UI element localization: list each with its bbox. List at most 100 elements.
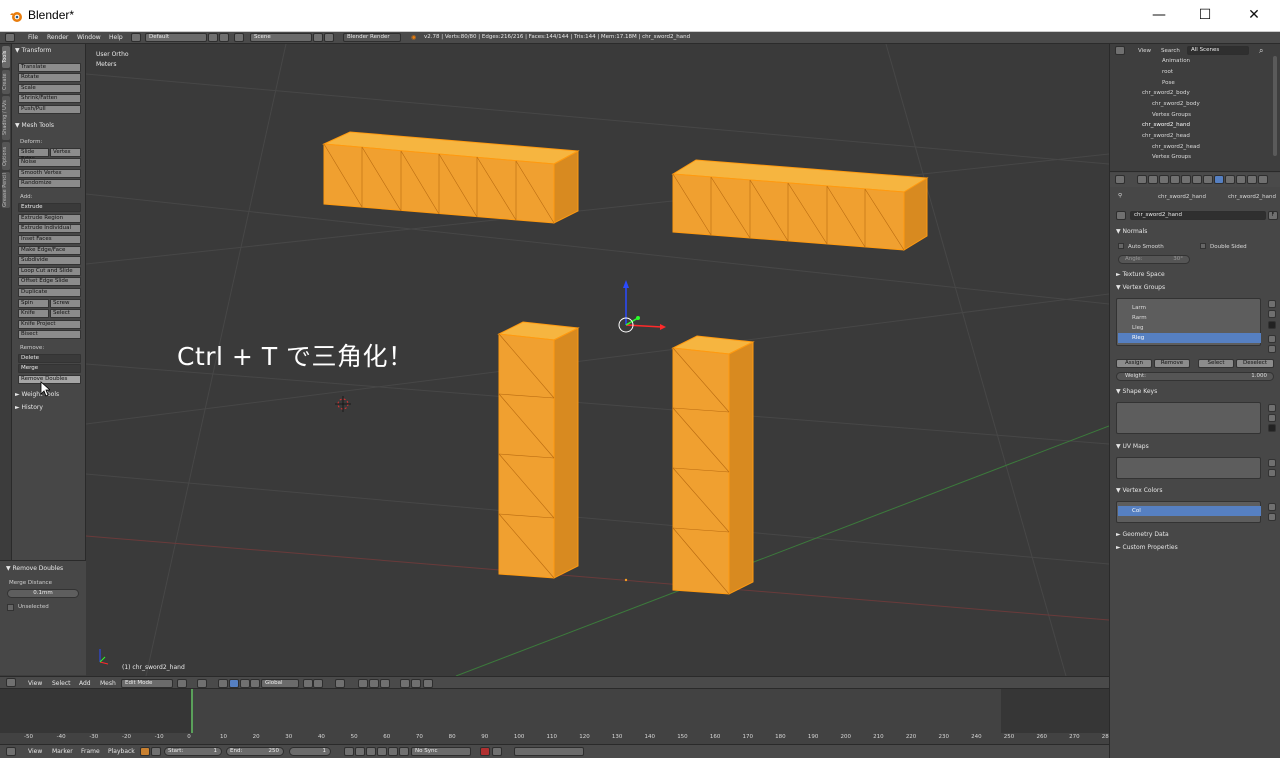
vgroup-up-icon[interactable] [1268, 335, 1276, 343]
tab-create[interactable]: Create [2, 70, 10, 94]
weight-field[interactable]: Weight: 1.000 [1116, 372, 1274, 381]
custom-properties-header[interactable]: ► Custom Properties [1116, 544, 1178, 551]
tab-tools[interactable]: Tools [2, 46, 10, 68]
outliner-editor-icon[interactable] [1115, 46, 1125, 55]
push-pull-button[interactable]: Push/Pull [18, 105, 81, 114]
manipulator-toggle-icon[interactable] [218, 679, 228, 688]
vgroup-down-icon[interactable] [1268, 345, 1276, 353]
vertex-slide-button[interactable]: Vertex [50, 148, 81, 157]
duplicate-button[interactable]: Duplicate [18, 288, 81, 297]
snap-icon[interactable] [369, 679, 379, 688]
record-icon[interactable] [480, 747, 490, 756]
outliner[interactable]: View Search All Scenes ⌕ Animation root … [1110, 44, 1280, 172]
uv-maps-header[interactable]: ▼ UV Maps [1116, 443, 1149, 450]
3d-cursor-icon[interactable] [335, 396, 351, 412]
add-scene-icon[interactable] [313, 33, 323, 42]
select-button[interactable]: Select [1198, 359, 1234, 368]
view3d-editor-icon[interactable] [6, 678, 16, 687]
knife-select-button[interactable]: Select [50, 309, 81, 318]
shrink-fatten-button[interactable]: Shrink/Fatten [18, 94, 81, 103]
mode-select[interactable]: Edit Mode [121, 679, 173, 688]
jump-keyframe-fwd-icon[interactable] [388, 747, 398, 756]
start-frame-field[interactable]: Start: 1 [164, 747, 222, 756]
outliner-item-body-vgroups[interactable]: Vertex Groups [1152, 112, 1191, 118]
uv-maps-list[interactable] [1116, 457, 1261, 479]
layers-tab-icon[interactable] [1148, 175, 1158, 184]
layer-icon[interactable] [303, 679, 313, 688]
vertex-colors-list[interactable]: Col [1116, 501, 1261, 523]
constraints-tab-icon[interactable] [1192, 175, 1202, 184]
rotate-manip-icon[interactable] [240, 679, 250, 688]
vertex-groups-header[interactable]: ▼ Vertex Groups [1116, 284, 1165, 291]
scale-button[interactable]: Scale [18, 84, 81, 93]
outliner-item-hand-object[interactable]: chr_sword2_hand [1142, 122, 1190, 128]
translate-button[interactable]: Translate [18, 63, 81, 72]
tab-shading-uvs[interactable]: Shading / UVs [2, 96, 10, 140]
loop-cut-button[interactable]: Loop Cut and Slide [18, 267, 81, 276]
menu-help[interactable]: Help [109, 34, 123, 41]
scale-manip-icon[interactable] [250, 679, 260, 688]
menu-render[interactable]: Render [47, 34, 68, 41]
current-frame-field[interactable]: 1 [289, 747, 331, 756]
object-tab-icon[interactable] [1181, 175, 1191, 184]
vcolor-col[interactable]: Col [1118, 506, 1261, 516]
outliner-item-head-object[interactable]: chr_sword2_head [1142, 133, 1190, 139]
menu-add[interactable]: Add [79, 680, 91, 687]
rotate-button[interactable]: Rotate [18, 73, 81, 82]
timeline[interactable]: -50 -40 -30 -20 -10 0 10 20 30 40 50 60 70 80 90 100 110… [0, 689, 1112, 744]
opengl-render-icon[interactable] [411, 679, 421, 688]
subdivide-button[interactable]: Subdivide [18, 256, 81, 265]
menu-file[interactable]: File [28, 34, 38, 41]
double-sided-checkbox[interactable] [1200, 243, 1206, 249]
lock-range-icon[interactable] [151, 747, 161, 756]
outliner-item-head-mesh[interactable]: chr_sword2_head [1152, 144, 1200, 150]
auto-smooth-checkbox[interactable] [1118, 243, 1124, 249]
search-icon[interactable]: ⌕ [1259, 46, 1263, 56]
scene-icon[interactable] [234, 33, 244, 42]
orientation-select[interactable]: Global [261, 679, 299, 688]
jump-end-icon[interactable] [399, 747, 409, 756]
sync-select[interactable]: No Sync [411, 747, 471, 756]
maximize-button[interactable]: ☐ [1182, 0, 1228, 32]
uv-add-icon[interactable] [1268, 459, 1276, 467]
outliner-item-animation[interactable]: Animation [1162, 58, 1190, 64]
preview-range-icon[interactable] [140, 747, 150, 756]
spin-button[interactable]: Spin [18, 299, 49, 308]
noise-button[interactable]: Noise [18, 158, 81, 167]
opengl-anim-icon[interactable] [423, 679, 433, 688]
vgroup-rarm[interactable]: Rarm [1118, 313, 1261, 323]
smooth-vertex-button[interactable]: Smooth Vertex [18, 169, 81, 178]
mesh-name-field[interactable]: chr_sword2_hand [1130, 211, 1266, 220]
remove-button[interactable]: Remove [1154, 359, 1190, 368]
weight-tools-header[interactable]: ► Weight Tools [15, 391, 59, 398]
texture-tab-icon[interactable] [1236, 175, 1246, 184]
unselected-checkbox[interactable] [7, 604, 14, 611]
render-tab-icon[interactable] [1137, 175, 1147, 184]
world-tab-icon[interactable] [1170, 175, 1180, 184]
vertex-select-icon[interactable] [313, 679, 323, 688]
make-edge-face-button[interactable]: Make Edge/Face [18, 246, 81, 255]
mesh-browse-icon[interactable] [1116, 211, 1126, 220]
add-screen-icon[interactable] [208, 33, 218, 42]
merge-menu[interactable]: Merge [18, 364, 81, 373]
outliner-filter-select[interactable]: All Scenes [1187, 46, 1249, 55]
remove-doubles-header[interactable]: ▼ Remove Doubles [6, 565, 63, 572]
shapekey-add-icon[interactable] [1268, 404, 1276, 412]
scene-tab-icon[interactable] [1159, 175, 1169, 184]
keying-set-field[interactable] [514, 747, 584, 756]
outliner-item-head-vgroups[interactable]: Vertex Groups [1152, 154, 1191, 160]
fake-user-button[interactable]: F [1268, 211, 1278, 220]
bisect-button[interactable]: Bisect [18, 330, 81, 339]
play-icon[interactable] [377, 747, 387, 756]
inset-faces-button[interactable]: Inset Faces [18, 235, 81, 244]
remove-screen-icon[interactable] [219, 33, 229, 42]
current-frame-line[interactable] [191, 689, 193, 733]
mesh-tools-header[interactable]: ▼ Mesh Tools [15, 122, 54, 129]
vgroup-lleg[interactable]: Lleg [1118, 323, 1261, 333]
material-tab-icon[interactable] [1225, 175, 1235, 184]
shape-keys-list[interactable] [1116, 402, 1261, 434]
particles-tab-icon[interactable] [1247, 175, 1257, 184]
tl-menu-marker[interactable]: Marker [52, 748, 73, 755]
menu-view[interactable]: View [28, 680, 42, 687]
shapekey-remove-icon[interactable] [1268, 414, 1276, 422]
